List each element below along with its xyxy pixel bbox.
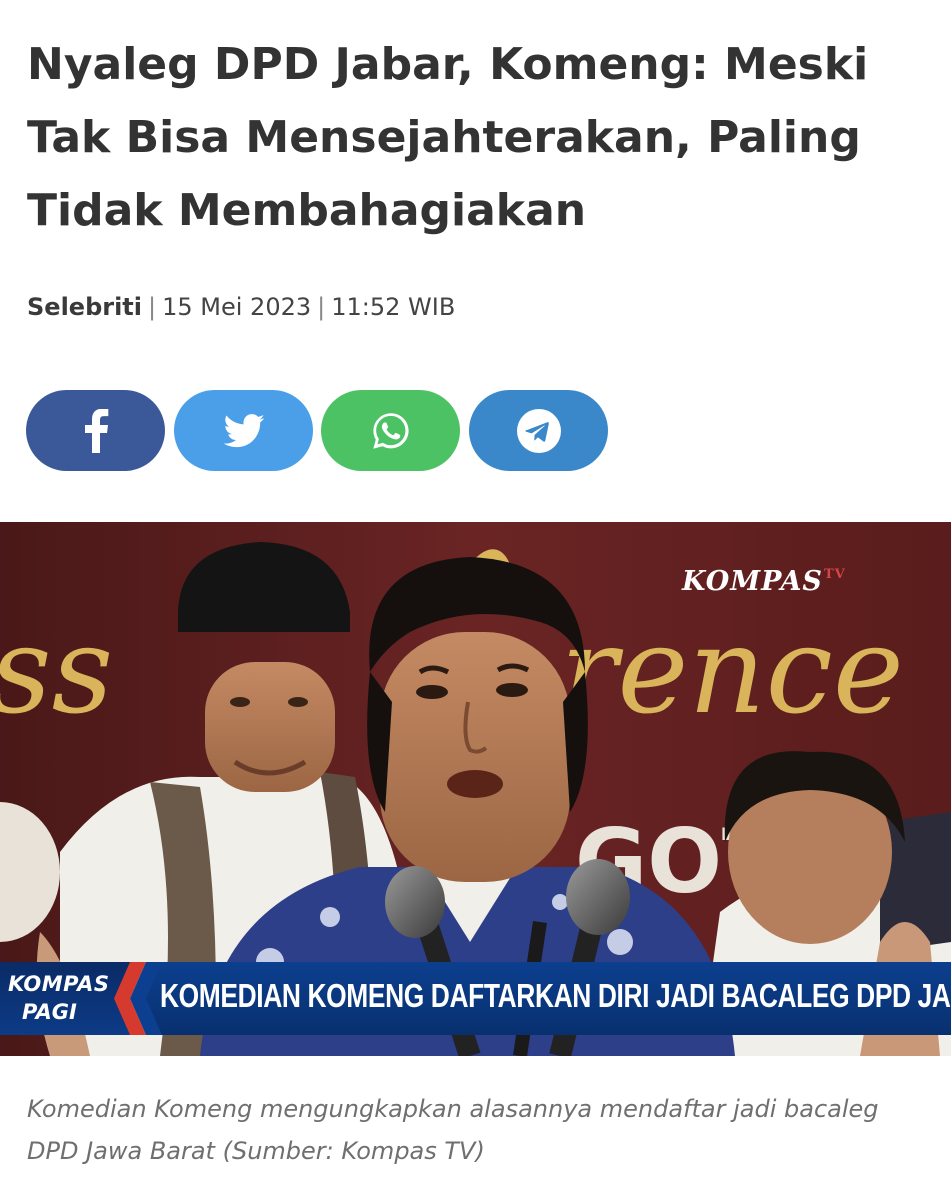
publish-time: 11:52 WIB bbox=[331, 293, 456, 321]
article-meta: Selebriti | 15 Mei 2023 | 11:52 WIB bbox=[27, 290, 455, 324]
article-photo: ss rence GOT KOMPASTV KOMPAS PAGI KOMEDI… bbox=[0, 522, 951, 1056]
article-headline: Nyaleg DPD Jabar, Komeng: Meski Tak Bisa… bbox=[27, 39, 869, 236]
kompastv-logo: KOMPASTV bbox=[682, 566, 846, 597]
telegram-icon bbox=[516, 408, 562, 454]
share-facebook-button[interactable] bbox=[26, 390, 165, 471]
news-ticker: KOMPAS PAGI KOMEDIAN KOMENG DAFTARKAN DI… bbox=[0, 962, 951, 1035]
backdrop-text-left: ss bbox=[0, 602, 113, 741]
ticker-show-label: KOMPAS PAGI bbox=[0, 962, 130, 1035]
ticker-chevron-icon bbox=[114, 962, 162, 1035]
photo-caption: Komedian Komeng mengungkapkan alasannya … bbox=[27, 1095, 879, 1165]
backdrop-text-right: rence bbox=[560, 602, 904, 741]
ticker-show-line2: PAGI bbox=[22, 1000, 77, 1024]
ticker-show-line1: KOMPAS bbox=[8, 972, 110, 996]
share-twitter-button[interactable] bbox=[174, 390, 313, 471]
publish-date: 15 Mei 2023 bbox=[162, 293, 312, 321]
twitter-icon bbox=[223, 413, 265, 448]
whatsapp-icon bbox=[370, 410, 412, 452]
category-link[interactable]: Selebriti bbox=[27, 293, 142, 321]
facebook-icon bbox=[83, 408, 109, 453]
meta-separator: | bbox=[317, 293, 326, 321]
share-telegram-button[interactable] bbox=[469, 390, 608, 471]
meta-separator: | bbox=[148, 293, 157, 321]
ticker-headline: KOMEDIAN KOMENG DAFTARKAN DIRI JADI BACA… bbox=[160, 977, 951, 1014]
share-whatsapp-button[interactable] bbox=[321, 390, 460, 471]
